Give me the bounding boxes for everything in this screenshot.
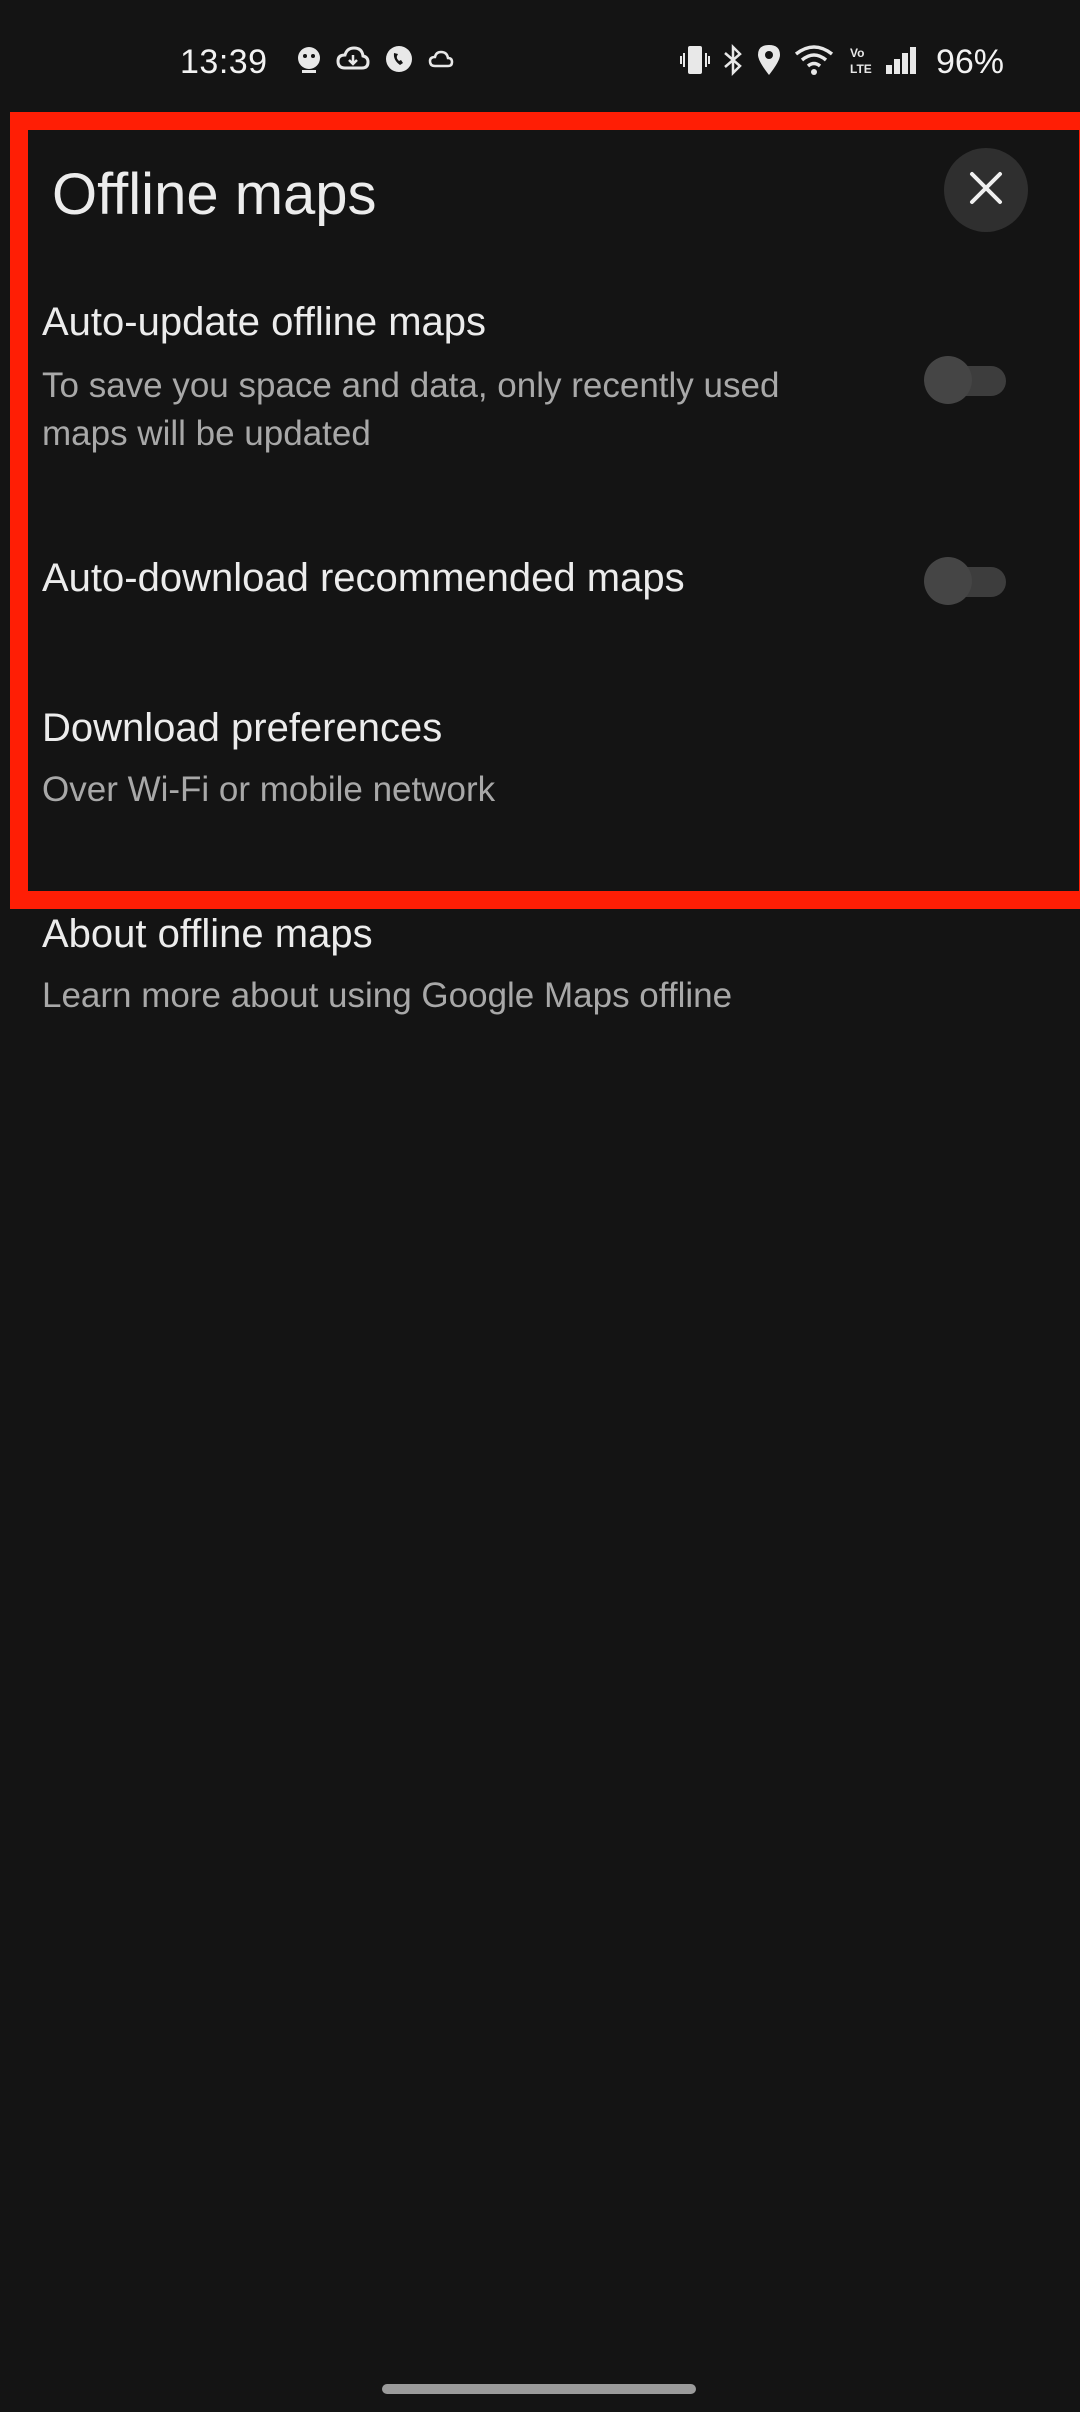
status-bar: 13:39 Vo LTE 96% <box>0 0 1080 118</box>
cloud-outline-icon <box>428 48 454 75</box>
volte-icon: Vo LTE <box>846 43 872 82</box>
home-indicator[interactable] <box>382 2384 696 2394</box>
auto-update-setting[interactable]: Auto-update offline maps To save you spa… <box>0 296 1080 476</box>
toggle-thumb <box>924 356 972 404</box>
vibrate-icon <box>679 43 710 82</box>
notification-icons <box>296 44 454 79</box>
cloud-download-icon <box>336 45 370 78</box>
battery-level: 96% <box>935 43 1004 81</box>
download-preferences-subtitle: Over Wi-Fi or mobile network <box>42 770 496 809</box>
app-notification-icon <box>296 44 322 79</box>
svg-text:LTE: LTE <box>850 62 872 76</box>
signal-icon <box>884 45 918 80</box>
auto-download-toggle[interactable] <box>924 557 1008 605</box>
close-icon <box>966 168 1006 213</box>
toggle-thumb <box>924 557 972 605</box>
auto-update-title: Auto-update offline maps <box>42 300 487 344</box>
status-time: 13:39 <box>180 43 268 81</box>
about-offline-maps[interactable]: About offline maps Learn more about usin… <box>0 908 1080 1028</box>
wifi-icon <box>794 44 834 81</box>
svg-text:Vo: Vo <box>850 46 864 60</box>
auto-download-title: Auto-download recommended maps <box>42 556 685 600</box>
auto-update-toggle[interactable] <box>924 356 1008 404</box>
auto-update-subtitle-line2: maps will be updated <box>42 414 371 453</box>
about-subtitle: Learn more about using Google Maps offli… <box>42 976 733 1015</box>
system-icons: Vo LTE 96% <box>679 38 1004 86</box>
phone-call-icon <box>384 44 414 79</box>
page-title: Offline maps <box>52 162 377 227</box>
download-preferences-title: Download preferences <box>42 706 443 750</box>
auto-download-setting[interactable]: Auto-download recommended maps <box>0 552 1080 612</box>
download-preferences-setting[interactable]: Download preferences Over Wi-Fi or mobil… <box>0 702 1080 822</box>
auto-update-subtitle-line1: To save you space and data, only recentl… <box>42 366 780 405</box>
close-button[interactable] <box>944 148 1028 232</box>
bluetooth-icon <box>722 43 744 82</box>
location-icon <box>756 43 782 82</box>
about-title: About offline maps <box>42 912 373 956</box>
